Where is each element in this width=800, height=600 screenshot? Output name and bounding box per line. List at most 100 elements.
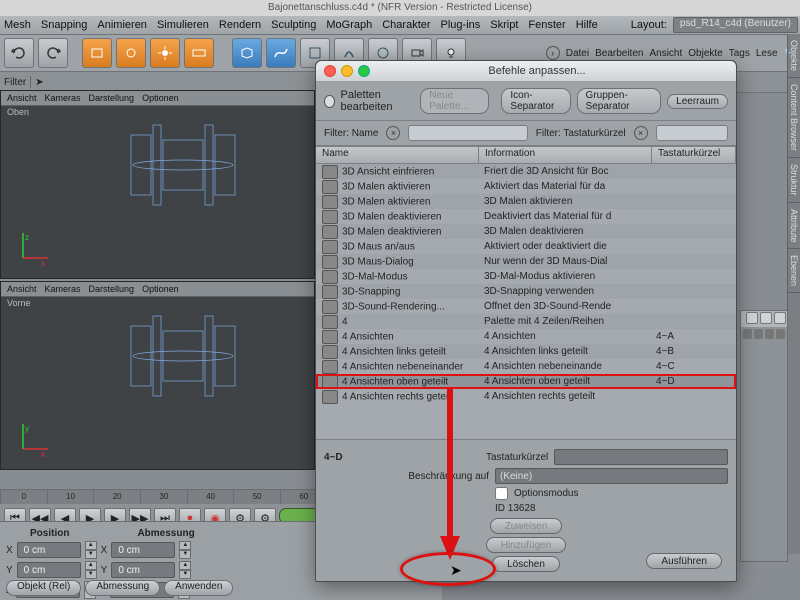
menu-item[interactable]: Sculpting [269, 19, 318, 31]
close-icon[interactable]: › [546, 46, 560, 60]
zoom-window-icon[interactable] [358, 65, 370, 77]
menu-item[interactable]: Mesh [2, 19, 33, 31]
apply-button[interactable]: Anwenden [164, 580, 233, 596]
table-row[interactable]: 4 Ansichten links geteilt4 Ansichten lin… [316, 344, 736, 359]
minimize-window-icon[interactable] [341, 65, 353, 77]
pos-x-field[interactable]: 0 cm [17, 542, 81, 558]
table-row[interactable]: 3D Ansicht einfrierenFriert die 3D Ansic… [316, 164, 736, 179]
command-icon [322, 300, 338, 314]
menu-item[interactable]: Charakter [380, 19, 432, 31]
shortcut-input[interactable] [554, 449, 728, 465]
delete-button[interactable]: Löschen [492, 556, 560, 572]
table-row[interactable]: 3D Malen deaktivierenDeaktiviert das Mat… [316, 209, 736, 224]
col-shortcut[interactable]: Tastaturkürzel [652, 147, 736, 163]
panel-menu[interactable]: Objekte [688, 48, 722, 59]
table-row[interactable]: 4 Ansichten nebeneinander4 Ansichten neb… [316, 359, 736, 374]
step-up-icon[interactable]: ▲ [85, 541, 97, 550]
menu-item[interactable]: Snapping [39, 19, 90, 31]
layout-dropdown[interactable]: psd_R14_c4d (Benutzer) [673, 17, 798, 33]
panel-menu[interactable]: Datei [566, 48, 589, 59]
tab-objects[interactable]: Objekte [788, 34, 800, 78]
command-icon [322, 330, 338, 344]
command-icon [322, 345, 338, 359]
new-palette-button[interactable]: Neue Palette... [420, 88, 489, 114]
command-icon [322, 255, 338, 269]
clear-name-filter-icon[interactable]: × [386, 126, 400, 140]
menu-item[interactable]: Animieren [95, 19, 149, 31]
menu-item[interactable]: Plug-ins [439, 19, 483, 31]
render-settings-icon[interactable] [150, 38, 180, 68]
edit-palettes-radio[interactable] [324, 95, 335, 108]
panel-menu[interactable]: Tags [729, 48, 750, 59]
window-controls [316, 65, 378, 77]
menu-item[interactable]: Simulieren [155, 19, 211, 31]
table-row[interactable]: 3D-Mal-Modus3D-Mal-Modus aktivieren [316, 269, 736, 284]
menu-item[interactable]: Hilfe [574, 19, 600, 31]
arrow-icon[interactable]: ➤ [35, 77, 43, 88]
menu-item[interactable]: Skript [488, 19, 520, 31]
filter-keys-input[interactable] [656, 125, 728, 141]
dialog-titlebar[interactable]: Befehle anpassen... [316, 61, 736, 82]
size-x-field[interactable]: 0 cm [111, 542, 175, 558]
execute-button[interactable]: Ausführen [646, 553, 722, 569]
group-separator-button[interactable]: Gruppen-Separator [577, 88, 662, 114]
pos-y-field[interactable]: 0 cm [17, 562, 81, 578]
command-table: Name Information Tastaturkürzel 3D Ansic… [316, 146, 736, 440]
cube-primitive-icon[interactable] [232, 38, 262, 68]
render-queue-icon[interactable] [184, 38, 214, 68]
filter-name-input[interactable] [408, 125, 527, 141]
table-row[interactable]: 3D Malen deaktivieren3D Malen deaktivier… [316, 224, 736, 239]
menu-item[interactable]: Rendern [217, 19, 263, 31]
table-row[interactable]: 4Palette mit 4 Zeilen/Reihen [316, 314, 736, 329]
table-row[interactable]: 3D Malen aktivieren3D Malen aktivieren [316, 194, 736, 209]
attribute-panel [740, 310, 788, 562]
table-header: Name Information Tastaturkürzel [316, 147, 736, 164]
object-mode-dropdown[interactable]: Objekt (Rel) [6, 580, 81, 596]
option-mode-label: Optionsmodus [514, 488, 578, 499]
col-info[interactable]: Information [479, 147, 652, 163]
redo-icon[interactable] [38, 38, 68, 68]
undo-icon[interactable] [4, 38, 34, 68]
filter-row: Filter: Name × Filter: Tastaturkürzel × [316, 121, 736, 146]
option-mode-checkbox[interactable] [495, 487, 508, 500]
render-view-icon[interactable] [82, 38, 112, 68]
close-window-icon[interactable] [324, 65, 336, 77]
svg-text:y: y [25, 424, 29, 433]
panel-menu[interactable]: Ansicht [649, 48, 682, 59]
menu-item[interactable]: Fenster [526, 19, 567, 31]
spline-icon[interactable] [266, 38, 296, 68]
command-icon [322, 240, 338, 254]
filter-label: Filter [4, 77, 26, 88]
size-mode-dropdown[interactable]: Abmessung [85, 580, 160, 596]
panel-menu[interactable]: Bearbeiten [595, 48, 643, 59]
clear-keys-filter-icon[interactable]: × [634, 126, 648, 140]
table-row[interactable]: 3D-Sound-Rendering...Öffnet den 3D-Sound… [316, 299, 736, 314]
tab-structure[interactable]: Struktur [788, 158, 800, 203]
table-row[interactable]: 3D-Snapping3D-Snapping verwenden [316, 284, 736, 299]
table-row[interactable]: 3D Malen aktivierenAktiviert das Materia… [316, 179, 736, 194]
restrict-dropdown[interactable]: (Keine) [495, 468, 728, 484]
table-row[interactable]: 3D Maus an/ausAktiviert oder deaktiviert… [316, 239, 736, 254]
icon-separator-button[interactable]: Icon-Separator [501, 88, 570, 114]
command-icon [322, 285, 338, 299]
viewport-top[interactable]: Ansicht Kameras Darstellung Optionen Obe… [0, 90, 315, 279]
tab-content-browser[interactable]: Content Browser [788, 78, 800, 158]
col-name[interactable]: Name [316, 147, 479, 163]
viewport-menu: Ansicht Kameras Darstellung Optionen [1, 91, 314, 106]
assign-button[interactable]: Zuweisen [490, 518, 563, 534]
space-button[interactable]: Leerraum [667, 94, 728, 109]
table-row[interactable]: 4 Ansichten4 Ansichten4~A [316, 329, 736, 344]
add-button[interactable]: Hinzufügen [486, 537, 567, 553]
tab-attribute[interactable]: Attribute [788, 203, 800, 250]
table-row[interactable]: 4 Ansichten rechts geteilt4 Ansichten re… [316, 389, 736, 404]
menu-item[interactable]: MoGraph [324, 19, 374, 31]
viewport-front[interactable]: Ansicht Kameras Darstellung Optionen Vor… [0, 281, 315, 470]
table-row[interactable]: 4 Ansichten oben geteilt4 Ansichten oben… [316, 374, 736, 389]
panel-menu[interactable]: Lese [756, 48, 778, 59]
render-region-icon[interactable] [116, 38, 146, 68]
table-row[interactable]: 3D Maus-DialogNur wenn der 3D Maus-Dial [316, 254, 736, 269]
step-down-icon[interactable]: ▼ [85, 550, 97, 559]
size-label: Abmessung [137, 528, 194, 539]
size-y-field[interactable]: 0 cm [111, 562, 175, 578]
tab-layers[interactable]: Ebenen [788, 249, 800, 293]
